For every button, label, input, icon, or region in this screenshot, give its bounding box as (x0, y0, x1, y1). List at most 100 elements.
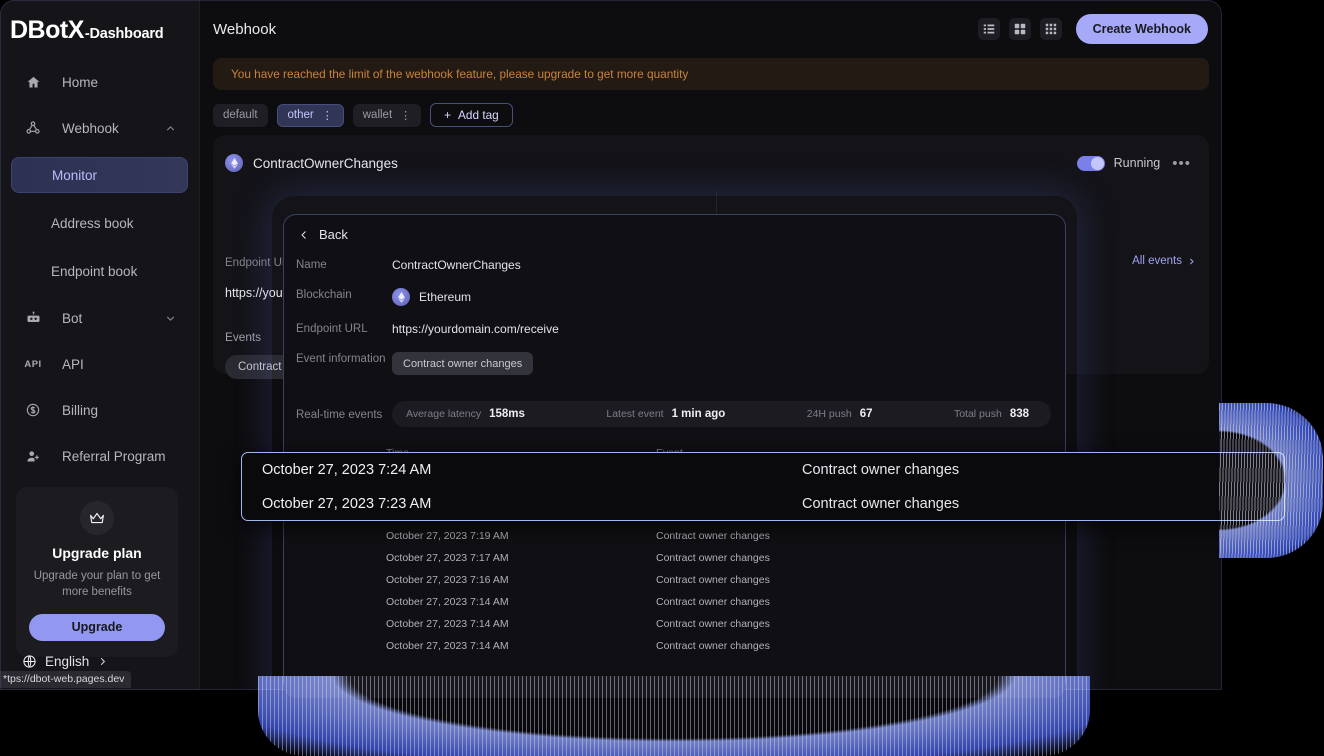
sidebar-item-label: Webhook (62, 120, 119, 136)
cell-time: October 27, 2023 7:14 AM (386, 618, 509, 630)
tag-other[interactable]: other ⋮ (276, 103, 344, 127)
cell-event: Contract owner changes (656, 530, 770, 542)
tag-default[interactable]: default (213, 103, 268, 127)
table-row[interactable]: October 27, 2023 7:17 AM Contract owner … (284, 547, 1065, 569)
upgrade-description: Upgrade your plan to get more benefits (33, 570, 161, 599)
webhook-card-header: ContractOwnerChanges Running ••• (213, 135, 1209, 191)
tag-label: other (287, 109, 314, 121)
tag-filter-row: default other ⋮ wallet ⋮ + Add tag (200, 90, 1222, 127)
highlighted-row[interactable]: October 27, 2023 7:23 AM Contract owner … (242, 487, 1284, 521)
sidebar-item-monitor[interactable]: Monitor (11, 157, 188, 193)
cell-event: Contract owner changes (802, 496, 960, 512)
field-label: Name (296, 259, 327, 271)
stat-key: 24H push (806, 408, 852, 420)
cell-time: October 27, 2023 7:14 AM (386, 596, 509, 608)
language-label: English (45, 654, 90, 669)
sidebar-item-webhook[interactable]: Webhook (11, 111, 188, 145)
webhook-icon (22, 119, 44, 137)
brand-name: DBotX (10, 16, 84, 44)
event-chip: Contract owner changes (392, 352, 534, 375)
page-title: Webhook (213, 20, 277, 38)
realtime-events-section: Real-time events Average latency 158ms L… (284, 401, 1065, 427)
cell-time: October 27, 2023 7:23 AM (262, 496, 432, 512)
chevron-right-icon (97, 656, 108, 667)
highlighted-row[interactable]: October 27, 2023 7:24 AM Contract owner … (242, 453, 1284, 487)
ethereum-icon (392, 288, 410, 306)
limit-warning-banner: You have reached the limit of the webhoo… (213, 58, 1209, 90)
field-label: Endpoint URL (296, 323, 368, 335)
field-value-wrapper: Ethereum (392, 288, 471, 306)
stat-total-push: Total push 838 (954, 408, 1029, 420)
page-header: Webhook Create Webhook (200, 0, 1222, 58)
billing-icon (22, 401, 44, 419)
webhook-name: ContractOwnerChanges (253, 155, 398, 171)
tag-label: default (223, 109, 258, 121)
sidebar-item-label: Referral Program (62, 448, 166, 464)
table-row[interactable]: October 27, 2023 7:16 AM Contract owner … (284, 569, 1065, 591)
screen: DBotX -Dashboard Home Webhook Monitor Ad… (0, 0, 1324, 756)
back-label: Back (319, 227, 348, 242)
webhook-events-label: Events (225, 330, 262, 344)
webhook-more-options-icon[interactable]: ••• (1172, 155, 1191, 172)
stat-key: Average latency (406, 408, 482, 420)
ethereum-icon (225, 154, 243, 172)
all-events-link[interactable]: All events (1132, 255, 1196, 267)
sidebar-subitem-label: Endpoint book (51, 263, 138, 279)
status-bar-url: *tps://dbot-web.pages.dev (0, 671, 132, 688)
add-tag-button[interactable]: + Add tag (430, 103, 513, 127)
referral-icon (22, 447, 44, 465)
sidebar-item-home[interactable]: Home (11, 65, 188, 99)
list-view-icon[interactable] (977, 18, 1000, 40)
tag-menu-icon[interactable]: ⋮ (400, 109, 411, 122)
sidebar-item-referral-program[interactable]: Referral Program (11, 439, 188, 473)
table-row[interactable]: October 27, 2023 7:14 AM Contract owner … (284, 635, 1065, 657)
sidebar-subitem-label: Address book (51, 215, 134, 231)
table-row[interactable]: October 27, 2023 7:14 AM Contract owner … (284, 613, 1065, 635)
sidebar: DBotX -Dashboard Home Webhook Monitor Ad… (0, 0, 200, 690)
brand-suffix: -Dashboard (84, 26, 164, 42)
cell-time: October 27, 2023 7:19 AM (386, 530, 509, 542)
table-row[interactable]: October 27, 2023 7:19 AM Contract owner … (284, 525, 1065, 547)
sidebar-item-bot[interactable]: Bot (11, 301, 188, 335)
field-value: Ethereum (419, 290, 472, 304)
chevron-left-icon (298, 229, 310, 241)
field-event-information: Event information Contract owner changes (284, 352, 1065, 375)
sidebar-item-endpoint-book[interactable]: Endpoint book (11, 253, 188, 289)
sidebar-item-label: API (62, 356, 84, 372)
webhook-status-toggle[interactable] (1076, 155, 1105, 171)
sidebar-item-api[interactable]: API API (11, 347, 188, 381)
table-row[interactable]: October 27, 2023 7:14 AM Contract owner … (284, 591, 1065, 613)
view-mode-switcher (977, 18, 1062, 40)
field-value: ContractOwnerChanges (392, 258, 521, 272)
language-selector[interactable]: English (22, 654, 108, 669)
sidebar-subitem-label: Monitor (52, 167, 98, 183)
upgrade-title: Upgrade plan (52, 545, 142, 561)
field-endpoint-url: Endpoint URL https://yourdomain.com/rece… (284, 322, 1065, 336)
field-value-wrapper: Contract owner changes (392, 352, 534, 375)
create-webhook-button[interactable]: Create Webhook (1075, 14, 1208, 44)
tag-wallet[interactable]: wallet ⋮ (352, 103, 422, 127)
modal-bottom-mask (284, 676, 1065, 698)
sidebar-item-address-book[interactable]: Address book (11, 205, 188, 241)
tag-menu-icon[interactable]: ⋮ (322, 109, 333, 122)
cell-event: Contract owner changes (656, 596, 770, 608)
cell-event: Contract owner changes (656, 552, 770, 564)
field-label: Blockchain (296, 289, 352, 301)
stat-value: 67 (859, 408, 873, 420)
stat-average-latency: Average latency 158ms (406, 408, 525, 420)
stat-value: 1 min ago (671, 408, 726, 420)
stat-key: Latest event (606, 408, 664, 420)
upgrade-button[interactable]: Upgrade (29, 613, 165, 641)
webhook-status-label: Running (1113, 156, 1161, 170)
api-icon: API (24, 358, 42, 370)
stat-value: 838 (1009, 408, 1029, 420)
stat-value: 158ms (489, 408, 525, 420)
chevron-right-icon (1187, 257, 1196, 266)
grid-view-icon[interactable] (1008, 18, 1031, 40)
realtime-stats-bar: Average latency 158ms Latest event 1 min… (392, 401, 1051, 427)
sidebar-item-label: Bot (62, 310, 83, 326)
back-button[interactable]: Back (284, 215, 348, 242)
sidebar-item-billing[interactable]: Billing (11, 393, 188, 427)
table-view-icon[interactable] (1039, 18, 1062, 40)
field-name: Name ContractOwnerChanges (284, 258, 1065, 272)
